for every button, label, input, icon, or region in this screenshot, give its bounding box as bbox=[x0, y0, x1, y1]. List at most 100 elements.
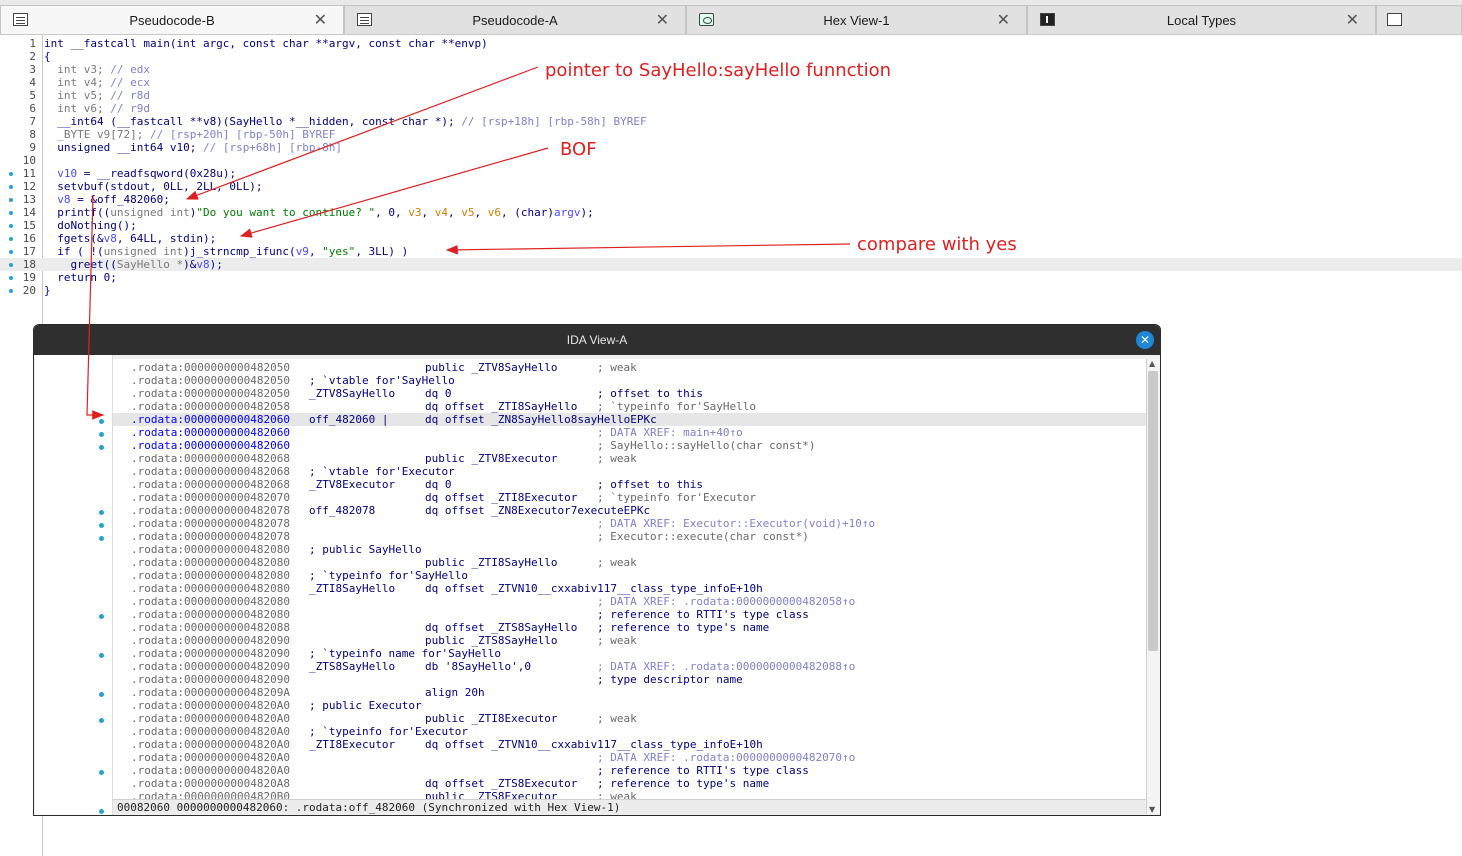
disasm-row[interactable]: .rodata:0000000000482090 public _ZTS8SayH… bbox=[113, 634, 1146, 647]
disasm-row[interactable]: .rodata:00000000004820A0 ; `typeinfo for'… bbox=[113, 725, 1146, 738]
disasm-row[interactable]: .rodata:0000000000482080 ; reference to R… bbox=[113, 608, 1146, 621]
disasm-row[interactable]: .rodata:0000000000482050 ; `vtable for'Sa… bbox=[113, 374, 1146, 387]
scroll-up-icon[interactable]: ▲ bbox=[1149, 359, 1155, 368]
disasm-address: .rodata:0000000000482050 bbox=[131, 361, 290, 374]
breakpoint-dot-icon[interactable] bbox=[99, 614, 104, 619]
tab-pseudocode-a[interactable]: Pseudocode-A ✕ bbox=[344, 5, 686, 34]
breakpoint-dot-icon[interactable] bbox=[9, 224, 13, 228]
disasm-row[interactable]: .rodata:0000000000482090 ; `typeinfo name… bbox=[113, 647, 1146, 660]
disasm-row[interactable]: .rodata:0000000000482050 _ZTV8SayHello dq … bbox=[113, 387, 1146, 400]
close-icon[interactable]: ✕ bbox=[314, 10, 327, 29]
close-icon[interactable]: ✕ bbox=[1136, 331, 1154, 349]
breakpoint-dot-icon[interactable] bbox=[99, 536, 104, 541]
disasm-row[interactable]: .rodata:0000000000482078 off_482078 dq off… bbox=[113, 504, 1146, 517]
disasm-row[interactable]: .rodata:0000000000482070 dq offset _ZTI8E… bbox=[113, 491, 1146, 504]
disasm-row[interactable]: .rodata:0000000000482080 public _ZTI8SayH… bbox=[113, 556, 1146, 569]
disasm-row[interactable]: .rodata:00000000004820A8 dq offset _ZTS8E… bbox=[113, 777, 1146, 790]
disasm-row[interactable]: .rodata:0000000000482068 _ZTV8Executor dq … bbox=[113, 478, 1146, 491]
disasm-address: .rodata:0000000000482080 bbox=[131, 556, 290, 569]
tab-local-types[interactable]: Local Types ✕ bbox=[1027, 5, 1376, 34]
disasm-row[interactable]: .rodata:0000000000482080 ; `typeinfo for'… bbox=[113, 569, 1146, 582]
disasm-row[interactable]: .rodata:0000000000482068 public _ZTV8Exec… bbox=[113, 452, 1146, 465]
pseudocode-line[interactable]: 18 greet((SayHello *)&v8); bbox=[0, 258, 1462, 271]
disasm-row[interactable]: .rodata:0000000000482088 dq offset _ZTS8S… bbox=[113, 621, 1146, 634]
breakpoint-dot-icon[interactable] bbox=[9, 172, 13, 176]
breakpoint-dot-icon[interactable] bbox=[9, 237, 13, 241]
breakpoint-dot-icon[interactable] bbox=[9, 211, 13, 215]
line-number: 1 bbox=[29, 37, 36, 50]
line-number: 20 bbox=[22, 284, 36, 297]
scroll-down-icon[interactable]: ▼ bbox=[1149, 805, 1155, 814]
disasm-row[interactable]: .rodata:0000000000482060 ; SayHello::sayH… bbox=[113, 439, 1146, 452]
tab-pseudocode-b[interactable]: Pseudocode-B ✕ bbox=[0, 5, 344, 34]
line-number: 4 bbox=[29, 76, 36, 89]
disasm-instruction: public _ZTV8SayHello bbox=[425, 361, 558, 374]
disasm-label: off_482060 | bbox=[309, 413, 389, 426]
breakpoint-dot-icon[interactable] bbox=[9, 289, 13, 293]
tab-hex-view[interactable]: Hex View-1 ✕ bbox=[686, 5, 1027, 34]
disasm-row[interactable]: .rodata:0000000000482080 ; public SayHell… bbox=[113, 543, 1146, 556]
breakpoint-dot-icon[interactable] bbox=[99, 510, 104, 515]
code-text: printf((unsigned int)"Do you want to con… bbox=[44, 206, 594, 219]
structures-icon bbox=[1387, 13, 1402, 26]
line-number: 17 bbox=[22, 245, 36, 258]
disasm-row[interactable]: .rodata:0000000000482080 ; DATA XREF: .ro… bbox=[113, 595, 1146, 608]
disasm-row[interactable]: .rodata:0000000000482078 ; DATA XREF: Exe… bbox=[113, 517, 1146, 530]
breakpoint-dot-icon[interactable] bbox=[99, 445, 104, 450]
breakpoint-dot-icon[interactable] bbox=[9, 276, 13, 280]
breakpoint-dot-icon[interactable] bbox=[99, 809, 104, 814]
breakpoint-dot-icon[interactable] bbox=[99, 432, 104, 437]
disasm-address: .rodata:00000000004820B0 bbox=[131, 790, 290, 799]
disasm-comment: ; reference to type's name bbox=[597, 621, 770, 634]
tab-more[interactable] bbox=[1376, 5, 1462, 34]
close-icon[interactable]: ✕ bbox=[997, 10, 1010, 29]
disasm-row[interactable]: .rodata:0000000000482068 ; `vtable for'Ex… bbox=[113, 465, 1146, 478]
disasm-row[interactable]: .rodata:0000000000482060 off_482060 | dq o… bbox=[113, 413, 1146, 426]
disasm-row[interactable]: .rodata:00000000004820B0 public _ZTS8Exec… bbox=[113, 790, 1146, 799]
disasm-row[interactable]: .rodata:00000000004820A0 public _ZTI8Exec… bbox=[113, 712, 1146, 725]
breakpoint-dot-icon[interactable] bbox=[99, 692, 104, 697]
line-number: 12 bbox=[22, 180, 36, 193]
disasm-address: .rodata:0000000000482068 bbox=[131, 465, 290, 478]
disasm-row[interactable]: .rodata:0000000000482080 _ZTI8SayHello dq … bbox=[113, 582, 1146, 595]
disasm-comment: ; `typeinfo for'SayHello bbox=[597, 400, 756, 413]
breakpoint-dot-icon[interactable] bbox=[99, 653, 104, 658]
breakpoint-dot-icon[interactable] bbox=[9, 263, 13, 267]
close-icon[interactable]: ✕ bbox=[656, 10, 669, 29]
disasm-row[interactable]: .rodata:00000000004820A0 ; reference to R… bbox=[113, 764, 1146, 777]
tab-bar: Pseudocode-B ✕ Pseudocode-A ✕ Hex View-1… bbox=[0, 0, 1462, 35]
disasm-comment: ; reference to type's name bbox=[597, 777, 770, 790]
ida-disassembly-listing[interactable]: .rodata:0000000000482050 public _ZTV8SayH… bbox=[113, 359, 1146, 799]
code-text: v8 = &off_482060; bbox=[57, 193, 170, 206]
disasm-row[interactable]: .rodata:00000000004820A0 ; public Executo… bbox=[113, 699, 1146, 712]
ida-view-title[interactable]: IDA View-A bbox=[34, 325, 1160, 355]
disasm-row[interactable]: .rodata:0000000000482090 ; type descripto… bbox=[113, 673, 1146, 686]
disasm-row[interactable]: .rodata:000000000048209A align 20h bbox=[113, 686, 1146, 699]
scroll-thumb[interactable] bbox=[1148, 371, 1158, 651]
disasm-comment: ; Executor::execute(char const*) bbox=[597, 530, 809, 543]
disasm-row[interactable]: .rodata:0000000000482050 public _ZTV8SayH… bbox=[113, 361, 1146, 374]
disasm-row[interactable]: .rodata:00000000004820A0 _ZTI8Executor dq … bbox=[113, 738, 1146, 751]
breakpoint-dot-icon[interactable] bbox=[9, 185, 13, 189]
disasm-address: .rodata:00000000004820A0 bbox=[131, 764, 290, 777]
line-number: 7 bbox=[29, 115, 36, 128]
disasm-row[interactable]: .rodata:0000000000482090 _ZTS8SayHello db … bbox=[113, 660, 1146, 673]
breakpoint-dot-icon[interactable] bbox=[9, 250, 13, 254]
breakpoint-dot-icon[interactable] bbox=[99, 770, 104, 775]
disasm-label: ; `typeinfo name for'SayHello bbox=[309, 647, 502, 660]
disasm-row[interactable]: .rodata:0000000000482060 ; DATA XREF: mai… bbox=[113, 426, 1146, 439]
close-icon[interactable]: ✕ bbox=[1346, 10, 1359, 29]
disasm-comment: ; DATA XREF: Executor::Executor(void)+10… bbox=[597, 517, 876, 530]
disasm-row[interactable]: .rodata:0000000000482078 ; Executor::exec… bbox=[113, 530, 1146, 543]
disasm-address: .rodata:0000000000482090 bbox=[131, 660, 290, 673]
breakpoint-dot-icon[interactable] bbox=[9, 198, 13, 202]
breakpoint-dot-icon[interactable] bbox=[99, 523, 104, 528]
code-text: greet((SayHello *)&v8); bbox=[44, 258, 223, 271]
disasm-comment: ; weak bbox=[597, 790, 637, 799]
disasm-row[interactable]: .rodata:0000000000482058 dq offset _ZTI8S… bbox=[113, 400, 1146, 413]
breakpoint-dot-icon[interactable] bbox=[99, 718, 104, 723]
breakpoint-dot-icon[interactable] bbox=[99, 419, 104, 424]
disasm-row[interactable]: .rodata:00000000004820A0 ; DATA XREF: .ro… bbox=[113, 751, 1146, 764]
ida-scrollbar[interactable]: ▲ ▼ bbox=[1146, 359, 1160, 814]
disasm-comment: ; SayHello::sayHello(char const*) bbox=[597, 439, 816, 452]
